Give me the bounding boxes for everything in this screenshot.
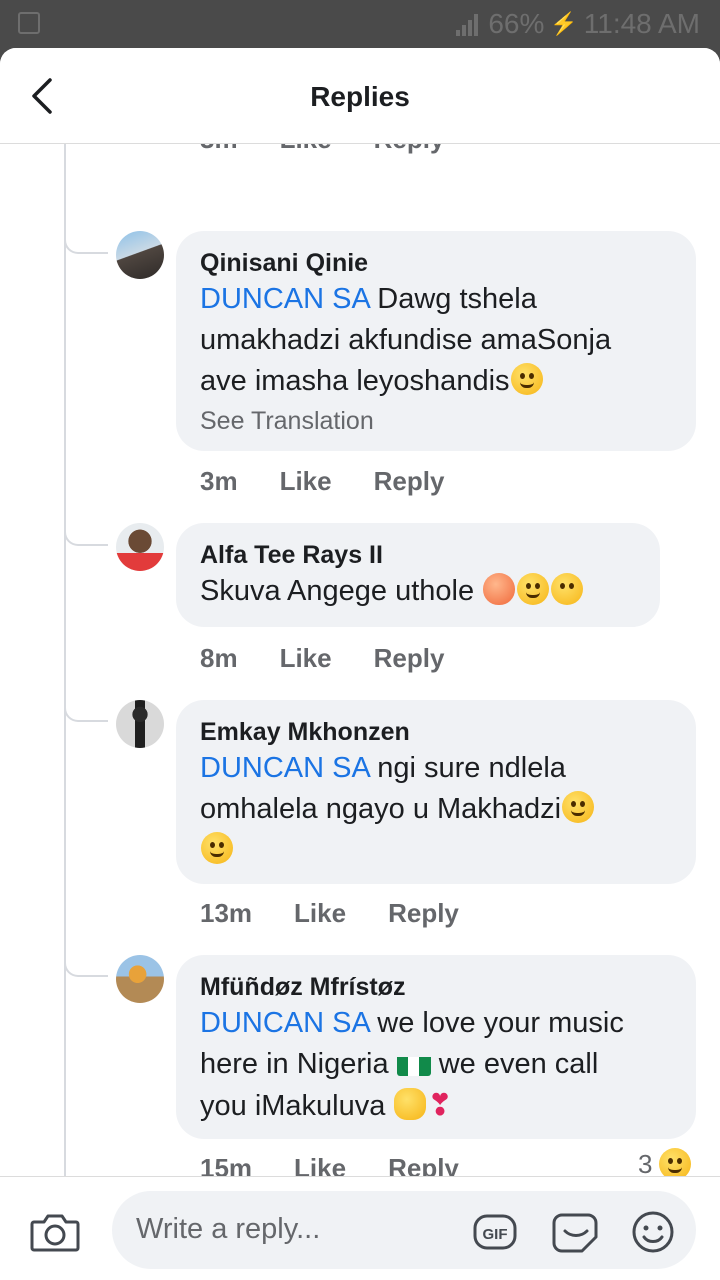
reply-link[interactable]: Reply xyxy=(388,898,459,929)
reaction-count: 3 xyxy=(638,1148,653,1177)
page-title: Replies xyxy=(310,81,410,112)
thread-branch xyxy=(64,236,108,254)
like-link[interactable]: Like xyxy=(280,643,332,674)
camera-icon[interactable] xyxy=(30,1211,80,1253)
like-link[interactable]: Like xyxy=(294,1153,346,1176)
see-translation-link[interactable]: See Translation xyxy=(200,404,672,438)
comment-time: 3m xyxy=(200,144,238,155)
reaction-summary[interactable]: 3 xyxy=(638,1148,692,1176)
battery-charging-icon: ⚡ xyxy=(550,11,578,36)
comment-text: DUNCAN SA ngi sure ndlela omhalela ngayo… xyxy=(200,748,672,871)
eye-roll-emoji-icon xyxy=(551,573,584,605)
heart-exclamation-icon: ❣ xyxy=(427,1089,453,1122)
comment-time: 15m xyxy=(200,1153,253,1176)
header: Replies xyxy=(0,48,720,144)
thread-branch xyxy=(64,959,108,977)
replies-sheet: Replies 3m Like Reply Qinisani Qinie DUN… xyxy=(0,48,720,1280)
comment-actions: 15m Like Reply xyxy=(200,1153,459,1176)
comment-bubble: Emkay Mkhonzen DUNCAN SA ngi sure ndlela… xyxy=(176,700,696,884)
replies-thread: 3m Like Reply Qinisani Qinie DUNCAN SA D… xyxy=(0,144,720,1176)
thread-branch xyxy=(64,704,108,722)
comment-time: 8m xyxy=(200,643,238,673)
reply-link[interactable]: Reply xyxy=(374,643,445,674)
like-link[interactable]: Like xyxy=(280,466,332,497)
comment-bubble: Qinisani Qinie DUNCAN SA Dawg tshela uma… xyxy=(176,231,696,451)
comment-text: DUNCAN SA Dawg tshela umakhadzi akfundis… xyxy=(200,283,612,397)
previous-comment-actions: 3m Like Reply xyxy=(200,144,444,155)
gallery-notification-icon xyxy=(18,12,40,34)
comment-actions: 3m Like Reply xyxy=(200,466,444,497)
avatar[interactable] xyxy=(116,955,164,1003)
nigeria-flag-icon xyxy=(396,1052,431,1076)
haha-reaction-icon xyxy=(659,1148,692,1176)
peach-emoji-icon xyxy=(483,573,516,605)
reply-link[interactable]: Reply xyxy=(388,1153,459,1176)
reply-link[interactable]: Reply xyxy=(374,466,445,497)
reply-composer: Write a reply... GIF xyxy=(0,1176,720,1280)
laughing-tears-emoji-icon xyxy=(201,832,233,864)
like-link[interactable]: Like xyxy=(280,144,332,155)
battery-percent: 66% xyxy=(488,8,545,39)
avatar[interactable] xyxy=(116,523,164,571)
comment-time: 13m xyxy=(200,898,253,928)
zany-face-emoji-icon xyxy=(562,791,595,823)
status-bar: 66% ⚡ 11:48 AM xyxy=(0,0,720,50)
reply-placeholder: Write a reply... xyxy=(136,1213,321,1245)
comment-author[interactable]: Alfa Tee Rays II xyxy=(200,539,636,571)
status-indicators: 66% ⚡ 11:48 AM xyxy=(456,8,700,40)
clock: 11:48 AM xyxy=(583,8,700,39)
mention-link[interactable]: DUNCAN SA xyxy=(200,752,369,784)
comment-author[interactable]: Emkay Mkhonzen xyxy=(200,716,672,748)
comment-actions: 8m Like Reply xyxy=(200,643,444,674)
reply-input[interactable]: Write a reply... GIF xyxy=(112,1191,696,1269)
relieved-emoji-icon xyxy=(517,573,550,605)
comment-bubble: Alfa Tee Rays II Skuva Angege uthole xyxy=(176,523,660,627)
comment-bubble: Mfüñdøz Mfrístøz DUNCAN SA we love your … xyxy=(176,955,696,1139)
svg-text:GIF: GIF xyxy=(483,1226,508,1243)
comment-author[interactable]: Mfüñdøz Mfrístøz xyxy=(200,971,672,1003)
thread-branch xyxy=(64,528,108,546)
raised-fist-emoji-icon xyxy=(394,1088,427,1120)
signal-icon xyxy=(456,12,479,36)
thread-line xyxy=(64,144,66,1176)
avatar[interactable] xyxy=(116,231,164,279)
reply-link[interactable]: Reply xyxy=(374,144,445,155)
sticker-icon[interactable] xyxy=(552,1209,598,1255)
emoji-icon[interactable] xyxy=(630,1209,676,1255)
comment-author[interactable]: Qinisani Qinie xyxy=(200,247,672,279)
mention-link[interactable]: DUNCAN SA xyxy=(200,1007,369,1039)
gif-icon[interactable]: GIF xyxy=(472,1209,518,1255)
comment-text: Skuva Angege uthole xyxy=(200,571,636,612)
comment-actions: 13m Like Reply xyxy=(200,898,459,929)
mention-link[interactable]: DUNCAN SA xyxy=(200,283,369,315)
avatar[interactable] xyxy=(116,700,164,748)
yum-emoji-icon xyxy=(510,363,543,395)
like-link[interactable]: Like xyxy=(294,898,346,929)
comment-time: 3m xyxy=(200,466,238,496)
comment-text: DUNCAN SA we love your music here in Nig… xyxy=(200,1003,672,1127)
